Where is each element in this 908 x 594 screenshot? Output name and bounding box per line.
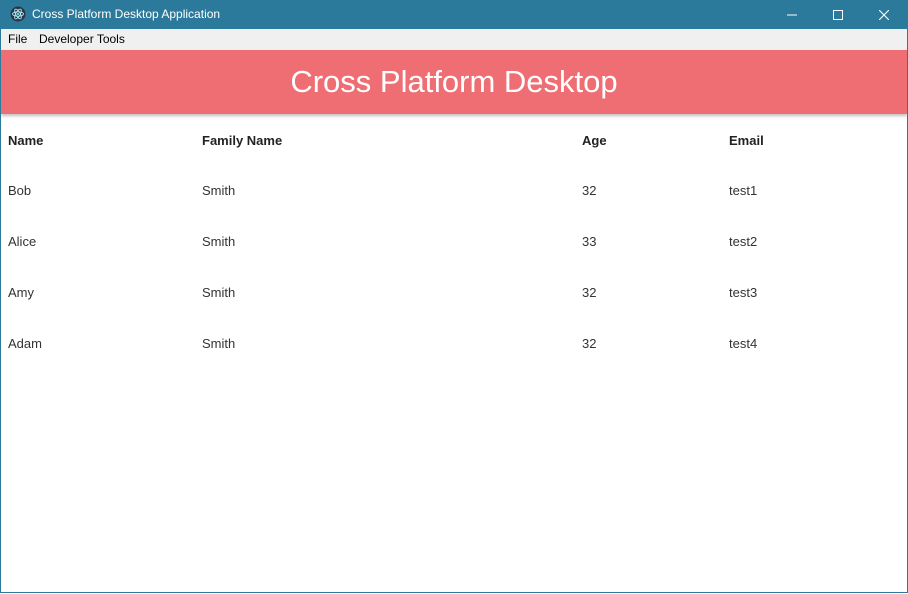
page-title: Cross Platform Desktop	[290, 64, 618, 99]
people-table: Name Family Name Age Email Bob Smith 32 …	[1, 116, 907, 369]
cell-age: 32	[582, 285, 597, 300]
cell-family-name: Smith	[202, 183, 236, 198]
table-row: Bob Smith 32 test1	[1, 165, 907, 216]
column-header-email: Email	[729, 133, 764, 148]
app-window: Cross Platform Desktop Application File …	[0, 0, 908, 593]
table-header-row: Name Family Name Age Email	[1, 116, 907, 165]
maximize-button[interactable]	[815, 0, 861, 29]
cell-name: Alice	[8, 234, 37, 249]
cell-family-name: Smith	[202, 336, 236, 351]
table-row: Adam Smith 32 test4	[1, 318, 907, 369]
menu-developer-tools[interactable]: Developer Tools	[39, 32, 125, 47]
cell-email: test3	[729, 285, 758, 300]
minimize-button[interactable]	[769, 0, 815, 29]
cell-age: 33	[582, 234, 597, 249]
column-header-age: Age	[582, 133, 607, 148]
electron-app-icon	[10, 6, 26, 22]
cell-email: test4	[729, 336, 758, 351]
table-row: Alice Smith 33 test2	[1, 216, 907, 267]
minimize-icon	[787, 14, 797, 15]
menu-bar: File Developer Tools	[1, 29, 907, 50]
header-banner: Cross Platform Desktop	[1, 50, 907, 114]
cell-age: 32	[582, 183, 597, 198]
close-button[interactable]	[861, 0, 907, 29]
cell-family-name: Smith	[202, 234, 236, 249]
column-header-family-name: Family Name	[202, 133, 283, 148]
cell-name: Amy	[8, 285, 34, 300]
cell-family-name: Smith	[202, 285, 236, 300]
table-row: Amy Smith 32 test3	[1, 267, 907, 318]
column-header-name: Name	[8, 133, 44, 148]
close-icon	[879, 9, 889, 20]
menu-file[interactable]: File	[8, 32, 27, 47]
title-bar[interactable]: Cross Platform Desktop Application	[1, 0, 907, 29]
cell-name: Adam	[8, 336, 42, 351]
window-title: Cross Platform Desktop Application	[32, 7, 221, 21]
cell-email: test2	[729, 234, 758, 249]
cell-email: test1	[729, 183, 758, 198]
cell-age: 32	[582, 336, 597, 351]
maximize-icon	[833, 9, 843, 20]
cell-name: Bob	[8, 183, 32, 198]
